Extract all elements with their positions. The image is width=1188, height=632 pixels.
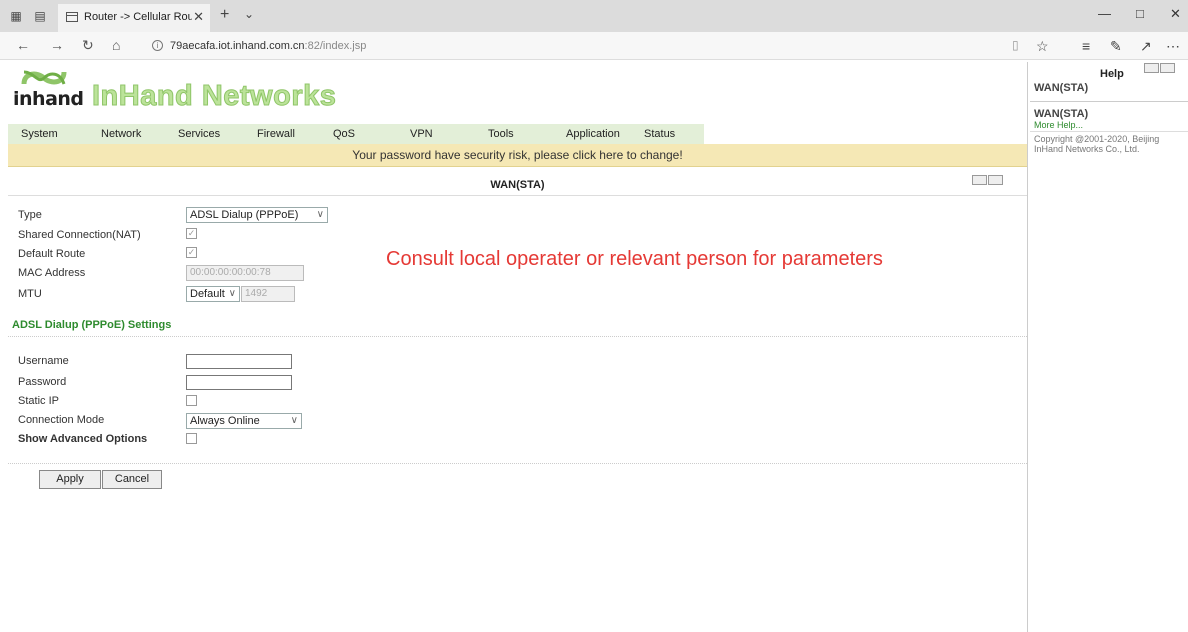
- mtu-mode-value: Default: [190, 288, 225, 300]
- tab-title: Router -> Cellular Route: [84, 11, 192, 23]
- page-title: WAN(STA): [490, 179, 545, 191]
- default-route-label: Default Route: [18, 248, 86, 260]
- browser-tab[interactable]: Router -> Cellular Route ✕: [58, 4, 210, 32]
- brand-title: InHand Networks: [91, 80, 337, 113]
- pppoe-settings-title: ADSL Dialup (PPPoE) Settings: [12, 319, 172, 331]
- static-ip-label: Static IP: [18, 395, 59, 407]
- apply-button[interactable]: Apply: [39, 470, 101, 489]
- panel-restore-icon[interactable]: [988, 175, 1003, 185]
- connection-mode-select[interactable]: Always Online ∨: [186, 413, 302, 429]
- connection-mode-value: Always Online: [190, 415, 260, 427]
- mac-address-field[interactable]: 00:00:00:00:00:78: [186, 265, 304, 281]
- page-icon: [66, 12, 78, 22]
- share-icon[interactable]: ↗: [1140, 38, 1152, 55]
- chevron-down-icon: ∨: [290, 415, 298, 426]
- main-menu: System Network Services Firewall QoS VPN…: [8, 124, 704, 144]
- panel-minimize-icon[interactable]: [972, 175, 987, 185]
- chevron-down-icon: ∨: [316, 209, 324, 220]
- url-field[interactable]: 79aecafa.iot.inhand.com.cn:82/index.jsp: [170, 40, 366, 52]
- refresh-icon[interactable]: ↻: [82, 37, 94, 54]
- more-help-link[interactable]: More Help...: [1034, 120, 1083, 130]
- password-input[interactable]: [186, 375, 292, 390]
- menu-status[interactable]: Status: [644, 128, 675, 140]
- help-window-controls: [1144, 63, 1178, 74]
- help-title: Help: [1100, 68, 1124, 80]
- minimize-icon[interactable]: —: [1098, 6, 1111, 21]
- menu-system[interactable]: System: [21, 128, 58, 140]
- panel-window-controls: [972, 175, 1006, 186]
- password-warning-link[interactable]: Your password have security risk, please…: [352, 148, 682, 162]
- divider: [8, 336, 1027, 337]
- tab-actions-icon[interactable]: ▦: [8, 8, 24, 24]
- site-info-icon[interactable]: i: [152, 40, 163, 51]
- type-label: Type: [18, 209, 42, 221]
- copyright-text: Copyright @2001-2020, Beijing InHand Net…: [1034, 134, 1160, 154]
- menu-services[interactable]: Services: [178, 128, 220, 140]
- notes-pen-icon[interactable]: ✎: [1110, 38, 1122, 55]
- chevron-down-icon: ∨: [228, 288, 236, 299]
- password-warning-bar: Your password have security risk, please…: [8, 144, 1027, 167]
- menu-tools[interactable]: Tools: [488, 128, 514, 140]
- home-icon[interactable]: ⌂: [112, 37, 120, 53]
- section-header: WAN(STA): [8, 174, 1027, 196]
- favorite-star-icon[interactable]: ☆: [1036, 38, 1049, 55]
- help-subheading: WAN(STA): [1034, 108, 1089, 120]
- menu-vpn[interactable]: VPN: [410, 128, 433, 140]
- forward-icon[interactable]: →: [50, 37, 64, 53]
- static-ip-checkbox[interactable]: [186, 395, 197, 406]
- help-heading: WAN(STA): [1034, 82, 1089, 94]
- divider: [8, 463, 1027, 464]
- parameter-note: Consult local operater or relevant perso…: [386, 248, 883, 270]
- advanced-options-label: Show Advanced Options: [18, 433, 148, 445]
- password-label: Password: [18, 376, 67, 388]
- address-bar: ← → ↻ ⌂ i 79aecafa.iot.inhand.com.cn:82/…: [0, 32, 1188, 60]
- browser-tab-bar: ▦ ▤ Router -> Cellular Route ✕ + ⌄ — □ ✕: [0, 0, 1188, 32]
- menu-firewall[interactable]: Firewall: [257, 128, 295, 140]
- username-input[interactable]: [186, 354, 292, 369]
- mtu-label: MTU: [18, 288, 42, 300]
- mac-address-label: MAC Address: [18, 267, 86, 279]
- help-restore-icon[interactable]: [1160, 63, 1175, 73]
- type-select[interactable]: ADSL Dialup (PPPoE) ∨: [186, 207, 328, 223]
- help-divider: [1030, 131, 1188, 132]
- close-window-icon[interactable]: ✕: [1170, 6, 1181, 22]
- nat-label: Shared Connection(NAT): [18, 229, 141, 241]
- cancel-button[interactable]: Cancel: [102, 470, 162, 489]
- mtu-field[interactable]: 1492: [241, 286, 295, 302]
- panel-divider: [1027, 62, 1028, 632]
- username-label: Username: [18, 355, 69, 367]
- maximize-icon[interactable]: □: [1136, 6, 1144, 21]
- default-route-checkbox[interactable]: ✓: [186, 247, 197, 258]
- help-divider: [1030, 101, 1188, 102]
- type-select-value: ADSL Dialup (PPPoE): [190, 209, 299, 221]
- menu-application[interactable]: Application: [566, 128, 620, 140]
- connection-mode-label: Connection Mode: [18, 414, 105, 426]
- back-icon[interactable]: ←: [16, 37, 30, 53]
- menu-network[interactable]: Network: [101, 128, 141, 140]
- reading-view-icon[interactable]: ▯: [1012, 38, 1019, 52]
- close-tab-icon[interactable]: ✕: [193, 9, 204, 25]
- help-minimize-icon[interactable]: [1144, 63, 1159, 73]
- new-tab-icon[interactable]: +: [220, 6, 229, 24]
- chevron-down-icon[interactable]: ⌄: [244, 7, 254, 21]
- menu-qos[interactable]: QoS: [333, 128, 355, 140]
- nat-checkbox[interactable]: ✓: [186, 228, 197, 239]
- mtu-mode-select[interactable]: Default ∨: [186, 286, 240, 302]
- logo-text: inhand: [13, 88, 84, 110]
- inhand-logo-icon: [21, 70, 67, 85]
- advanced-options-checkbox[interactable]: [186, 433, 197, 444]
- tab-preview-icon[interactable]: ▤: [32, 8, 48, 24]
- favorites-list-icon[interactable]: ≡: [1082, 38, 1090, 54]
- more-icon[interactable]: ⋯: [1166, 38, 1180, 55]
